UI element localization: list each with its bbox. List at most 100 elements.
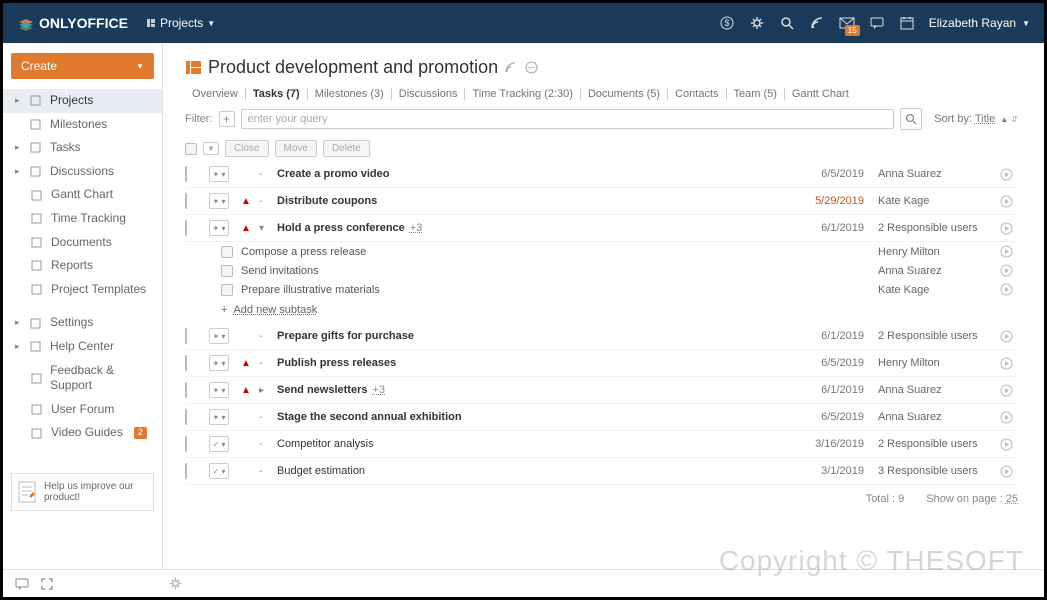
chat-footer-icon[interactable] — [15, 577, 29, 591]
task-state-button[interactable]: ✓ ▾ — [209, 463, 229, 479]
expand-subtasks-icon[interactable]: - — [259, 196, 269, 207]
sidebar-item-user-forum[interactable]: User Forum — [3, 398, 162, 422]
feed-icon[interactable] — [809, 15, 825, 31]
task-checkbox[interactable] — [185, 436, 187, 452]
task-title[interactable]: Prepare gifts for purchase — [277, 330, 794, 342]
module-menu[interactable]: Projects ▼ — [146, 16, 215, 30]
task-responsible[interactable]: Anna Suarez — [872, 411, 992, 423]
filter-search-button[interactable] — [900, 108, 922, 130]
move-selected-button[interactable]: Move — [275, 140, 317, 157]
task-more-icon[interactable] — [1000, 357, 1018, 370]
task-more-icon[interactable] — [1000, 195, 1018, 208]
logo[interactable]: ONLYOFFICE — [17, 15, 128, 31]
expand-subtasks-icon[interactable]: - — [259, 169, 269, 180]
task-more-icon[interactable] — [1000, 222, 1018, 235]
task-responsible[interactable]: Anna Suarez — [872, 168, 992, 180]
task-title[interactable]: Competitor analysis — [277, 438, 794, 450]
tab-time-tracking-[interactable]: Time Tracking (2:30) — [465, 88, 580, 100]
task-title[interactable]: Publish press releases — [277, 357, 794, 369]
calendar-icon[interactable] — [899, 15, 915, 31]
sidebar-item-video-guides[interactable]: Video Guides2 — [3, 421, 162, 445]
tab-overview[interactable]: Overview — [185, 88, 246, 100]
per-page-selector[interactable]: 25 — [1006, 493, 1018, 505]
sidebar-item-project-templates[interactable]: Project Templates — [3, 278, 162, 302]
edit-icon[interactable] — [504, 61, 517, 74]
task-state-button[interactable]: ✦ ▾ — [209, 409, 229, 425]
task-state-button[interactable]: ✦ ▾ — [209, 382, 229, 398]
task-title[interactable]: Create a promo video — [277, 168, 794, 180]
expand-subtasks-icon[interactable]: - — [259, 412, 269, 423]
task-state-button[interactable]: ✓ ▾ — [209, 436, 229, 452]
sidebar-item-settings[interactable]: ▸Settings — [3, 311, 162, 335]
search-icon[interactable] — [779, 15, 795, 31]
user-menu[interactable]: Elizabeth Rayan ▼ — [929, 16, 1030, 30]
sidebar-item-gantt-chart[interactable]: Gantt Chart — [3, 183, 162, 207]
filter-input[interactable] — [241, 109, 895, 129]
sidebar-item-time-tracking[interactable]: Time Tracking — [3, 207, 162, 231]
expand-subtasks-icon[interactable]: - — [259, 331, 269, 342]
task-title[interactable]: Distribute coupons — [277, 195, 794, 207]
task-responsible[interactable]: 2 Responsible users — [872, 330, 992, 342]
sidebar-item-documents[interactable]: Documents — [3, 231, 162, 255]
tab-contacts[interactable]: Contacts — [668, 88, 726, 100]
subtask-checkbox[interactable] — [221, 284, 233, 296]
more-icon[interactable] — [525, 61, 538, 74]
task-responsible[interactable]: Anna Suarez — [872, 384, 992, 396]
sidebar-item-discussions[interactable]: ▸Discussions — [3, 160, 162, 184]
tab-milestones-[interactable]: Milestones (3) — [308, 88, 392, 100]
delete-selected-button[interactable]: Delete — [323, 140, 370, 157]
task-more-icon[interactable] — [1000, 411, 1018, 424]
task-responsible[interactable]: Kate Kage — [872, 195, 992, 207]
task-state-button[interactable]: ✦ ▾ — [209, 193, 229, 209]
task-checkbox[interactable] — [185, 166, 187, 182]
tab-discussions[interactable]: Discussions — [392, 88, 466, 100]
sidebar-item-projects[interactable]: ▸Projects — [3, 89, 162, 113]
subtask-responsible[interactable]: Anna Suarez — [872, 265, 992, 277]
subtask-more-icon[interactable] — [1000, 283, 1018, 296]
expand-subtasks-icon[interactable]: - — [259, 466, 269, 477]
expand-subtasks-icon[interactable]: ▾ — [259, 223, 269, 234]
gift-icon[interactable]: $ — [719, 15, 735, 31]
task-responsible[interactable]: Henry Milton — [872, 357, 992, 369]
expand-subtasks-icon[interactable]: - — [259, 439, 269, 450]
task-responsible[interactable]: 3 Responsible users — [872, 465, 992, 477]
task-title[interactable]: Budget estimation — [277, 465, 794, 477]
subtask-responsible[interactable]: Kate Kage — [872, 284, 992, 296]
task-checkbox[interactable] — [185, 463, 187, 479]
tab-documents-[interactable]: Documents (5) — [581, 88, 668, 100]
mail-icon[interactable]: 15 — [839, 15, 855, 31]
gear-icon[interactable] — [749, 15, 765, 31]
task-state-button[interactable]: ✦ ▾ — [209, 355, 229, 371]
task-more-icon[interactable] — [1000, 384, 1018, 397]
chat-icon[interactable] — [869, 15, 885, 31]
tab-team-[interactable]: Team (5) — [727, 88, 785, 100]
task-responsible[interactable]: 2 Responsible users — [872, 222, 992, 234]
subtask-checkbox[interactable] — [221, 265, 233, 277]
sidebar-item-reports[interactable]: Reports — [3, 254, 162, 278]
task-checkbox[interactable] — [185, 355, 187, 371]
task-state-button[interactable]: ✦ ▾ — [209, 220, 229, 236]
task-more-icon[interactable] — [1000, 438, 1018, 451]
task-title[interactable]: Stage the second annual exhibition — [277, 411, 794, 423]
task-checkbox[interactable] — [185, 193, 187, 209]
sidebar-item-feedback-support[interactable]: Feedback & Support — [3, 359, 162, 398]
improve-product-box[interactable]: Help us improve our product! — [11, 473, 154, 511]
task-more-icon[interactable] — [1000, 168, 1018, 181]
expand-subtasks-icon[interactable]: ▸ — [259, 385, 269, 396]
subtask-responsible[interactable]: Henry Milton — [872, 246, 992, 258]
tab-gantt-chart[interactable]: Gantt Chart — [785, 88, 856, 100]
sort-by[interactable]: Sort by: Title ▲ ⇵ — [934, 113, 1018, 125]
gear-footer-icon[interactable] — [169, 577, 182, 590]
select-all-checkbox[interactable] — [185, 143, 197, 155]
task-more-icon[interactable] — [1000, 330, 1018, 343]
task-state-button[interactable]: ✦ ▾ — [209, 328, 229, 344]
subtask-title[interactable]: Prepare illustrative materials — [241, 284, 794, 296]
expand-footer-icon[interactable] — [41, 578, 53, 590]
add-subtask-button[interactable]: + Add new subtask — [185, 299, 1018, 323]
task-checkbox[interactable] — [185, 382, 187, 398]
sidebar-item-milestones[interactable]: ▸Milestones — [3, 113, 162, 137]
add-filter-button[interactable]: + — [219, 111, 235, 127]
task-checkbox[interactable] — [185, 220, 187, 236]
close-selected-button[interactable]: Close — [225, 140, 269, 157]
task-state-button[interactable]: ✦ ▾ — [209, 166, 229, 182]
